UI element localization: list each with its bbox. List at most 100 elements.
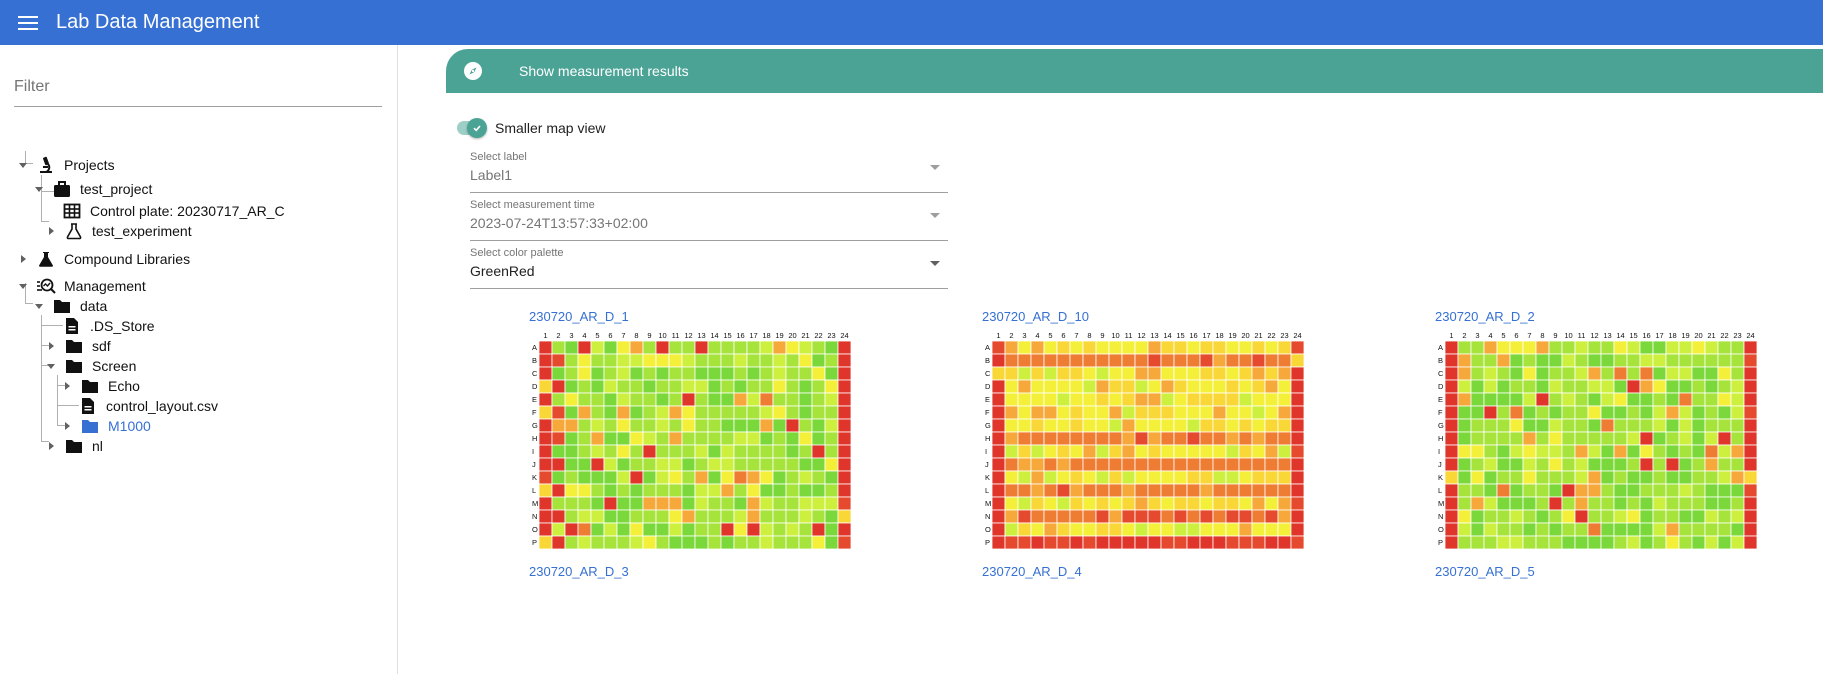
well-cell[interactable]	[798, 483, 813, 498]
well-cell[interactable]	[577, 522, 592, 537]
well-cell[interactable]	[1238, 522, 1253, 537]
well-cell[interactable]	[1600, 457, 1615, 472]
well-cell[interactable]	[798, 457, 813, 472]
well-cell[interactable]	[1743, 470, 1758, 485]
well-cell[interactable]	[1160, 496, 1175, 511]
well-cell[interactable]	[590, 535, 605, 550]
well-cell[interactable]	[1535, 366, 1550, 381]
well-cell[interactable]	[1212, 470, 1227, 485]
well-cell[interactable]	[1626, 457, 1641, 472]
well-cell[interactable]	[1121, 353, 1136, 368]
well-cell[interactable]	[1587, 522, 1602, 537]
well-cell[interactable]	[629, 379, 644, 394]
well-cell[interactable]	[1238, 483, 1253, 498]
well-cell[interactable]	[1509, 366, 1524, 381]
well-cell[interactable]	[1147, 392, 1162, 407]
well-cell[interactable]	[1056, 470, 1071, 485]
well-cell[interactable]	[1509, 379, 1524, 394]
well-cell[interactable]	[655, 392, 670, 407]
well-cell[interactable]	[1626, 418, 1641, 433]
well-cell[interactable]	[811, 470, 826, 485]
well-cell[interactable]	[759, 483, 774, 498]
well-cell[interactable]	[1639, 483, 1654, 498]
well-cell[interactable]	[1496, 405, 1511, 420]
well-cell[interactable]	[1574, 418, 1589, 433]
well-cell[interactable]	[642, 509, 657, 524]
well-cell[interactable]	[1030, 418, 1045, 433]
well-cell[interactable]	[1600, 509, 1615, 524]
well-cell[interactable]	[1535, 405, 1550, 420]
well-cell[interactable]	[1030, 470, 1045, 485]
well-cell[interactable]	[1626, 470, 1641, 485]
well-cell[interactable]	[1264, 522, 1279, 537]
well-cell[interactable]	[733, 379, 748, 394]
well-cell[interactable]	[1173, 366, 1188, 381]
well-cell[interactable]	[538, 405, 553, 420]
well-cell[interactable]	[538, 366, 553, 381]
well-cell[interactable]	[1082, 522, 1097, 537]
well-cell[interactable]	[1134, 418, 1149, 433]
well-cell[interactable]	[1444, 340, 1459, 355]
well-cell[interactable]	[1613, 379, 1628, 394]
well-cell[interactable]	[1082, 392, 1097, 407]
well-cell[interactable]	[1199, 405, 1214, 420]
well-cell[interactable]	[1444, 496, 1459, 511]
well-cell[interactable]	[1574, 522, 1589, 537]
well-cell[interactable]	[1457, 457, 1472, 472]
well-cell[interactable]	[681, 379, 696, 394]
well-cell[interactable]	[681, 431, 696, 446]
well-cell[interactable]	[746, 340, 761, 355]
well-cell[interactable]	[1108, 353, 1123, 368]
well-cell[interactable]	[785, 418, 800, 433]
well-cell[interactable]	[798, 470, 813, 485]
well-cell[interactable]	[616, 353, 631, 368]
well-cell[interactable]	[1225, 366, 1240, 381]
well-cell[interactable]	[746, 483, 761, 498]
well-cell[interactable]	[603, 457, 618, 472]
well-cell[interactable]	[785, 353, 800, 368]
well-cell[interactable]	[1238, 353, 1253, 368]
well-cell[interactable]	[1147, 496, 1162, 511]
well-cell[interactable]	[616, 418, 631, 433]
well-cell[interactable]	[733, 457, 748, 472]
well-cell[interactable]	[991, 444, 1006, 459]
well-cell[interactable]	[1470, 418, 1485, 433]
well-cell[interactable]	[1290, 496, 1305, 511]
well-cell[interactable]	[1678, 405, 1693, 420]
well-cell[interactable]	[694, 366, 709, 381]
well-cell[interactable]	[655, 340, 670, 355]
well-cell[interactable]	[1082, 535, 1097, 550]
well-cell[interactable]	[1665, 496, 1680, 511]
well-cell[interactable]	[681, 353, 696, 368]
well-cell[interactable]	[538, 457, 553, 472]
well-cell[interactable]	[629, 431, 644, 446]
well-cell[interactable]	[551, 457, 566, 472]
well-cell[interactable]	[1626, 496, 1641, 511]
well-cell[interactable]	[681, 522, 696, 537]
well-cell[interactable]	[1561, 366, 1576, 381]
select-measurement-time[interactable]: Select measurement time 2023-07-24T13:57…	[470, 193, 948, 241]
well-cell[interactable]	[1691, 496, 1706, 511]
well-cell[interactable]	[1639, 509, 1654, 524]
well-cell[interactable]	[1238, 431, 1253, 446]
well-cell[interactable]	[1678, 392, 1693, 407]
well-cell[interactable]	[1652, 470, 1667, 485]
well-cell[interactable]	[1509, 483, 1524, 498]
well-cell[interactable]	[1121, 483, 1136, 498]
well-cell[interactable]	[1004, 418, 1019, 433]
well-cell[interactable]	[720, 353, 735, 368]
well-cell[interactable]	[1004, 340, 1019, 355]
well-cell[interactable]	[1691, 353, 1706, 368]
well-cell[interactable]	[1483, 444, 1498, 459]
well-cell[interactable]	[1678, 340, 1693, 355]
well-cell[interactable]	[1043, 392, 1058, 407]
well-cell[interactable]	[538, 418, 553, 433]
well-cell[interactable]	[629, 483, 644, 498]
well-cell[interactable]	[603, 444, 618, 459]
well-cell[interactable]	[1457, 340, 1472, 355]
plate-title[interactable]: 230720_AR_D_4	[982, 564, 1082, 579]
well-cell[interactable]	[1030, 340, 1045, 355]
well-cell[interactable]	[1535, 535, 1550, 550]
well-cell[interactable]	[1691, 457, 1706, 472]
well-cell[interactable]	[629, 470, 644, 485]
